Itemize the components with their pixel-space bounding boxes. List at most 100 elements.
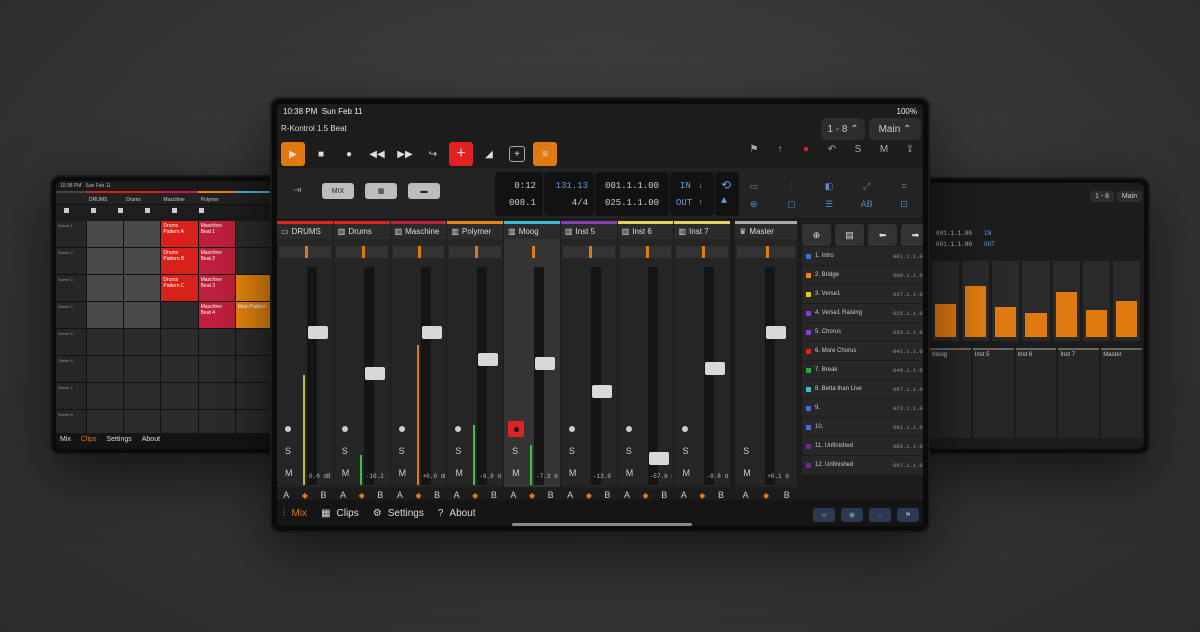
mute-icon[interactable]: M <box>877 144 891 155</box>
page-selector[interactable]: Main <box>1116 191 1142 202</box>
scene-label[interactable]: Scene 4 <box>56 302 86 328</box>
clip-slot[interactable]: Drums Pattern C <box>161 275 198 301</box>
clip-slot[interactable] <box>124 302 161 328</box>
add-track-button[interactable]: + <box>449 142 473 166</box>
mix-button[interactable]: MIX <box>322 183 354 199</box>
fader-track[interactable] <box>420 267 431 485</box>
volume-fader[interactable] <box>421 326 442 339</box>
trim-icon[interactable]: ⊡ <box>885 199 923 210</box>
solo-icon[interactable]: S <box>851 144 865 155</box>
a-button[interactable]: A <box>681 490 687 500</box>
mute-button[interactable]: M <box>569 468 577 478</box>
fx-parameter[interactable] <box>1022 261 1050 341</box>
fader-track[interactable] <box>704 267 715 485</box>
marker-item[interactable]: 7. Break 049.1.1.00 <box>802 361 923 379</box>
add-marker-button[interactable]: ⊕ <box>802 224 831 246</box>
record-arm-button[interactable] <box>285 426 291 432</box>
next-marker-button[interactable]: ➡ <box>901 224 923 246</box>
solo-button[interactable]: S <box>626 446 632 456</box>
scene-label[interactable]: Scene 6 <box>56 356 86 382</box>
record-arm-button[interactable] <box>398 426 405 432</box>
solo-button[interactable]: S <box>682 446 688 456</box>
clip-slot[interactable] <box>124 383 161 409</box>
automation-view-icon[interactable]: ⌗ <box>885 181 923 192</box>
b-button[interactable]: B <box>491 490 497 500</box>
channel-header[interactable]: ▥ Inst 5 <box>560 221 617 239</box>
down-icon[interactable]: ↓ <box>869 508 891 522</box>
stop-icon[interactable] <box>64 208 69 213</box>
undo-icon[interactable]: ↶ <box>825 144 839 155</box>
clip-slot[interactable] <box>235 248 272 274</box>
record-arm-button[interactable] <box>568 426 575 432</box>
tempo-display[interactable]: 131.13 4/4 <box>544 172 594 216</box>
clip-slot[interactable] <box>87 329 124 355</box>
channel-header[interactable]: ▥ Drums <box>333 221 390 239</box>
track-header[interactable]: Maschine <box>160 191 198 204</box>
marker-item[interactable]: 11. Unfinished 089.1.1.00 <box>802 437 923 455</box>
record-arm-icon[interactable]: ● <box>799 144 813 155</box>
mute-button[interactable]: M <box>399 468 407 478</box>
clip-slot[interactable]: Maschine Beat 4 <box>198 302 235 328</box>
b-button[interactable]: B <box>434 490 440 500</box>
pan-slider[interactable] <box>619 246 672 258</box>
fader-track[interactable] <box>307 267 317 485</box>
volume-fader[interactable] <box>591 385 612 399</box>
channel-header[interactable]: ▭ DRUMS <box>277 221 333 239</box>
marker-icon[interactable]: ⚑ <box>747 144 761 155</box>
clip-slot[interactable] <box>161 356 198 382</box>
volume-fader[interactable] <box>766 326 787 339</box>
clip-slot[interactable] <box>87 302 124 328</box>
solo-button[interactable]: S <box>569 446 575 456</box>
clip-slot[interactable] <box>161 329 198 355</box>
clip-slot[interactable] <box>198 383 235 409</box>
channel-header[interactable]: ▥ Polymer <box>447 221 504 239</box>
mute-button[interactable]: M <box>512 468 520 478</box>
a-button[interactable]: A <box>624 490 630 500</box>
volume-fader[interactable] <box>705 362 726 375</box>
b-button[interactable]: B <box>604 490 610 500</box>
clip-slot[interactable] <box>87 248 124 274</box>
b-button[interactable]: B <box>548 490 554 500</box>
add-button[interactable]: + <box>509 146 525 162</box>
clip-slot[interactable] <box>235 275 272 301</box>
mute-button[interactable]: M <box>285 468 293 478</box>
channel-header[interactable]: ▥ Maschine <box>390 221 447 239</box>
marker-item[interactable]: 4. Verse1 Raising 025.1.1.00 <box>802 304 923 322</box>
marker-list-button[interactable]: ▤ <box>835 224 864 246</box>
panel-view-icon[interactable]: ◧ <box>810 181 848 192</box>
pan-slider[interactable] <box>562 246 615 258</box>
channel-strip[interactable]: Master <box>1101 348 1142 438</box>
nav-settings[interactable]: Settings <box>106 436 131 446</box>
solo-button[interactable]: S <box>743 446 749 456</box>
stop-icon[interactable] <box>145 208 150 213</box>
pan-slider[interactable] <box>676 246 729 258</box>
a-button[interactable]: A <box>340 490 346 500</box>
pan-slider[interactable] <box>392 246 445 258</box>
volume-fader[interactable] <box>535 356 556 370</box>
scene-label[interactable]: Scene 2 <box>56 248 86 274</box>
volume-fader[interactable] <box>478 353 499 366</box>
channel-strip[interactable]: Inst 7 <box>1058 348 1100 438</box>
pan-slider[interactable] <box>335 246 388 258</box>
fader-track[interactable] <box>534 267 545 485</box>
marker-item[interactable]: 12. Unfinished 097.1.1.00 <box>802 456 923 474</box>
marker-item[interactable]: 3. Verse1 017.1.1.00 <box>802 285 923 303</box>
collapse-icon[interactable]: ⇥ <box>293 185 301 196</box>
pan-slider[interactable] <box>279 246 331 258</box>
record-arm-button[interactable] <box>455 426 462 432</box>
mute-button[interactable]: M <box>682 468 690 478</box>
stop-icon[interactable] <box>172 208 177 213</box>
a-button[interactable]: A <box>510 490 516 500</box>
in-button[interactable]: IN <box>680 181 691 191</box>
volume-fader[interactable] <box>648 452 669 465</box>
fader-track[interactable] <box>765 267 776 485</box>
stop-icon[interactable] <box>199 208 204 213</box>
range-selector[interactable]: 1 - 8 ⌃ <box>821 118 865 140</box>
grid-view-button[interactable]: ▦ <box>365 183 397 199</box>
fader-track[interactable] <box>590 267 601 485</box>
mute-button[interactable]: M <box>743 468 751 478</box>
keyboard-view-icon[interactable]: ▭ <box>735 181 773 192</box>
clip-slot[interactable] <box>235 356 272 382</box>
track-header[interactable]: DRUMS <box>86 191 124 204</box>
track-header[interactable] <box>234 191 272 204</box>
